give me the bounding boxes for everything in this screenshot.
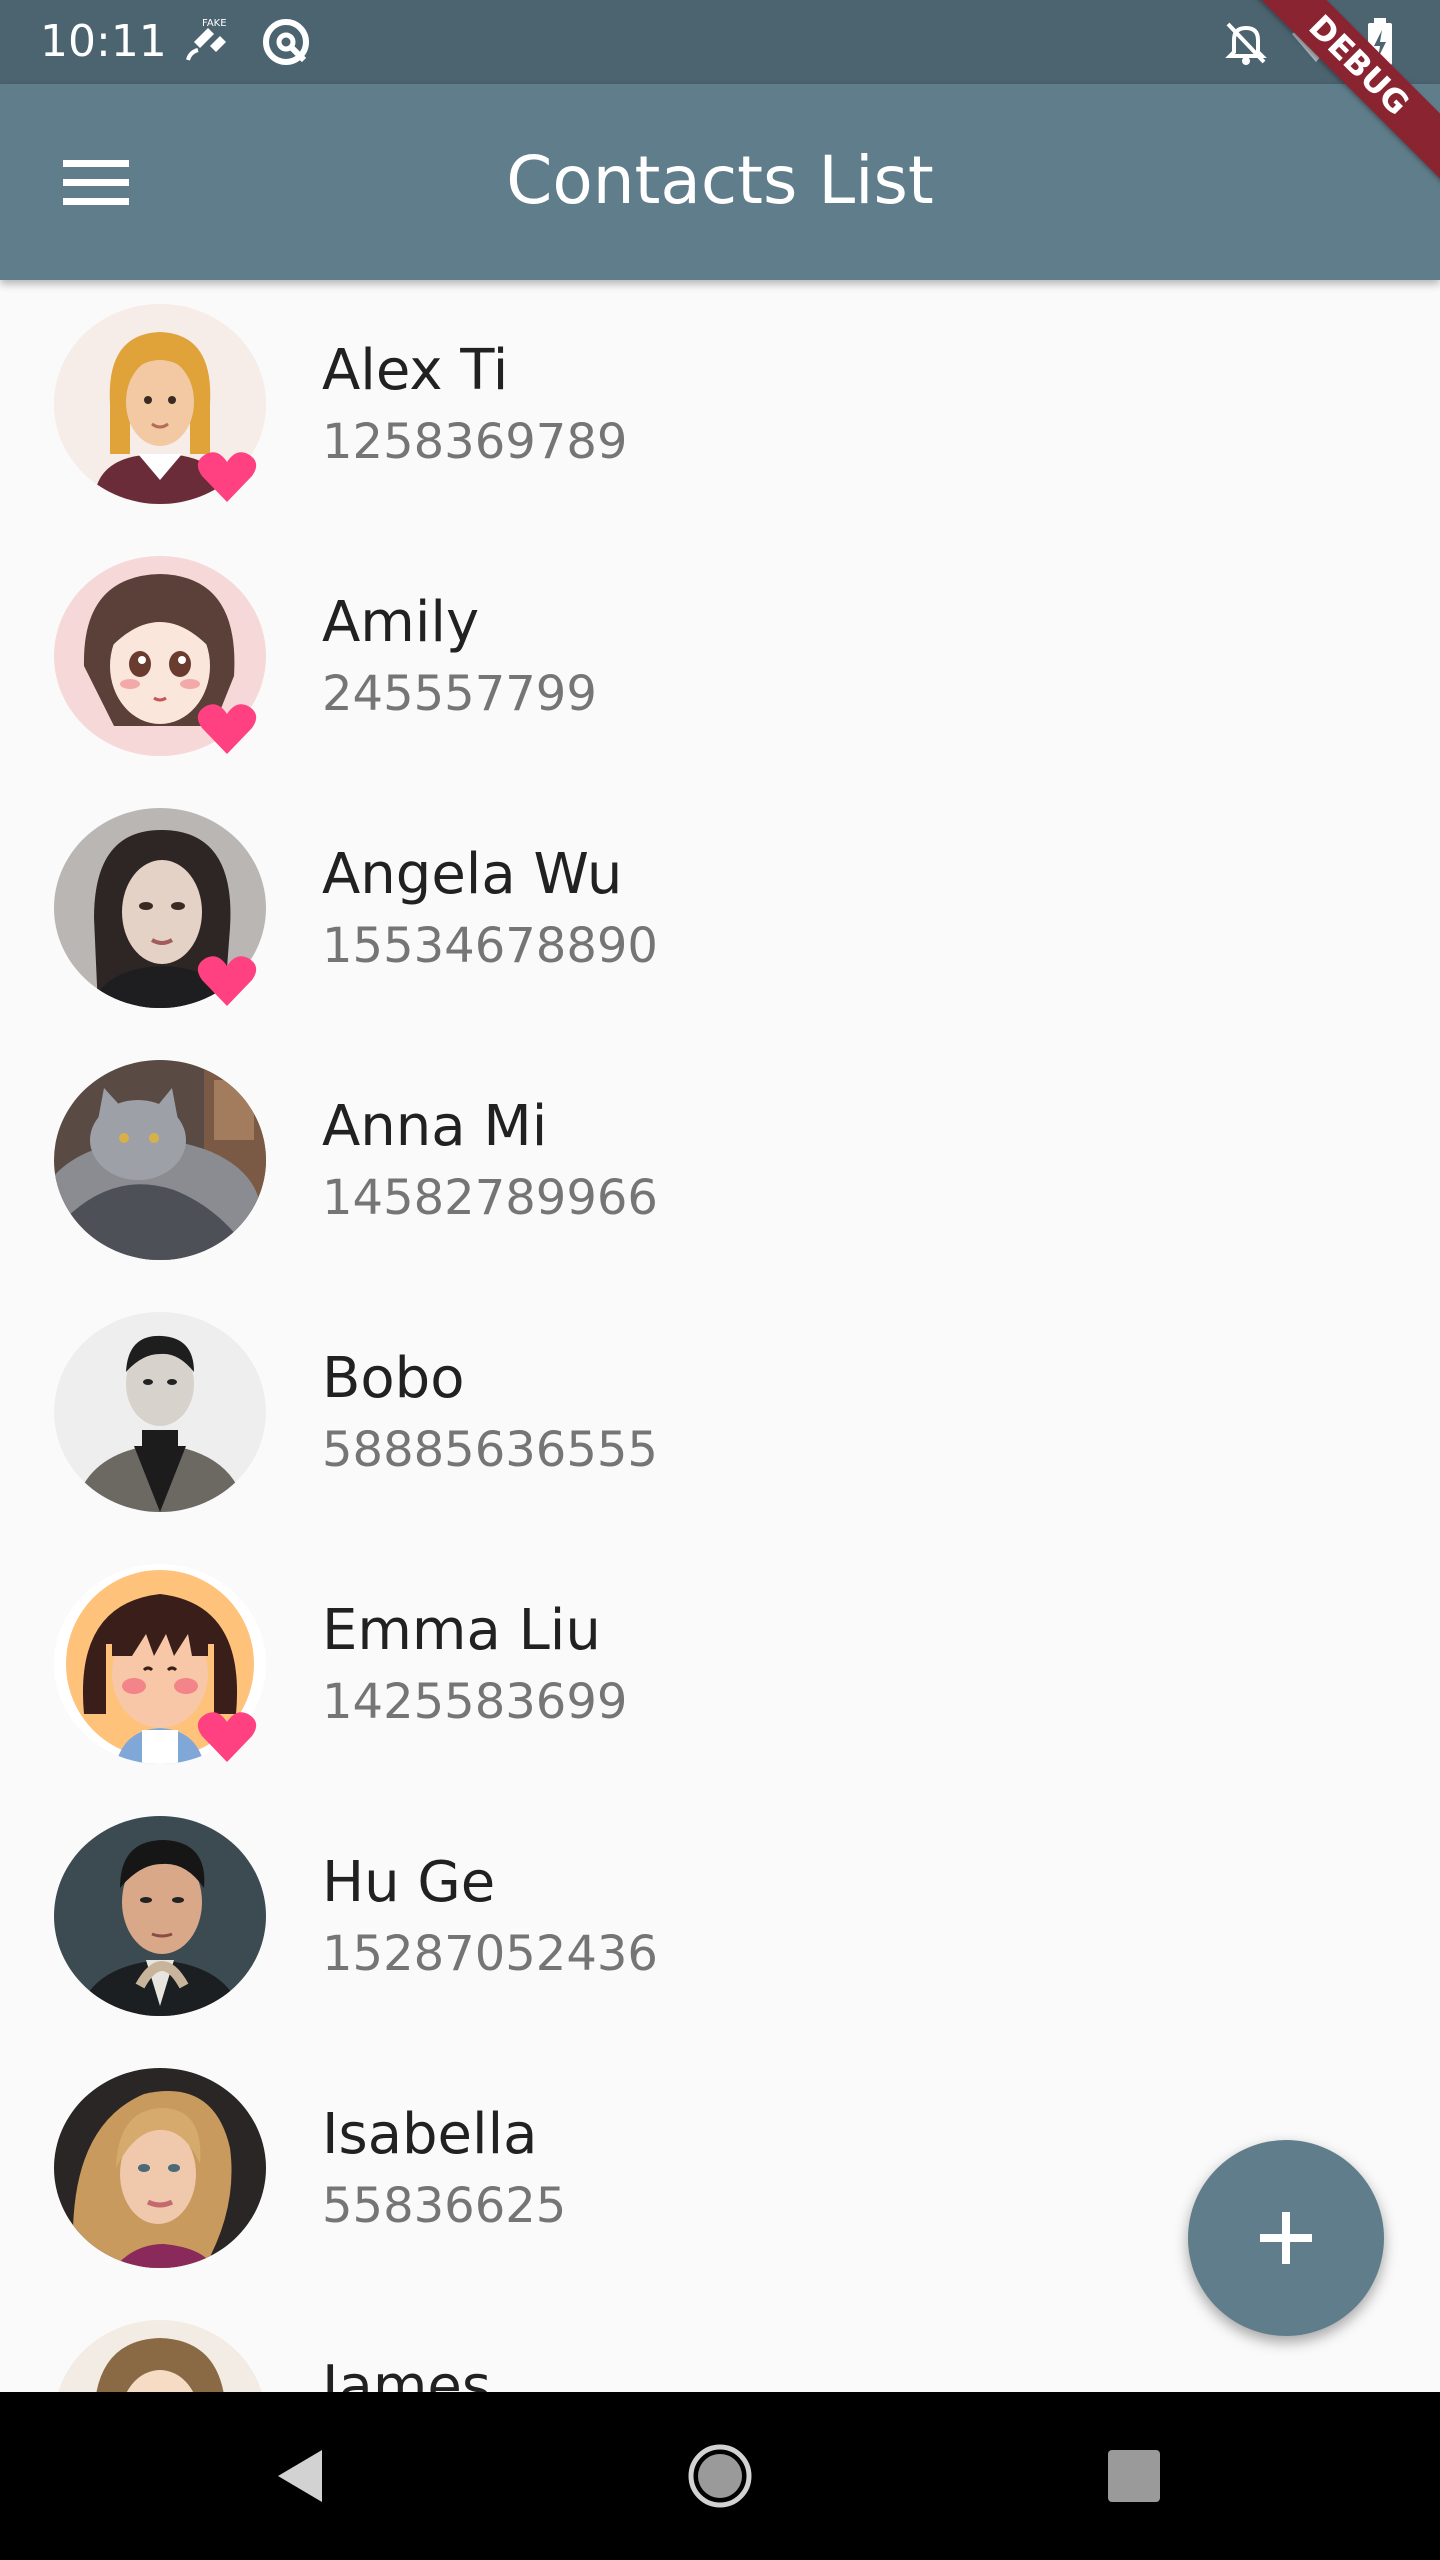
- contact-name: Anna Mi: [322, 1094, 548, 1159]
- contact-item[interactable]: Amily 245557799: [0, 532, 1440, 784]
- page-title: Contacts List: [506, 142, 934, 219]
- status-time: 10:11: [40, 16, 167, 67]
- favorite-heart-icon: [197, 704, 257, 754]
- back-button[interactable]: [260, 2436, 340, 2516]
- add-icon: [1260, 2212, 1312, 2264]
- contact-name: Isabella: [322, 2102, 538, 2167]
- avatar: [54, 1816, 266, 2016]
- home-icon: [688, 2444, 752, 2508]
- contact-name: Bobo: [322, 1346, 465, 1411]
- contact-item[interactable]: Emma Liu 1425583699: [0, 1540, 1440, 1792]
- contact-name: Hu Ge: [322, 1850, 496, 1915]
- navigation-bar: [0, 2392, 1440, 2560]
- recents-icon: [1108, 2450, 1160, 2502]
- contact-phone: 14582789966: [322, 1170, 658, 1226]
- favorite-heart-icon: [197, 1712, 257, 1762]
- add-contact-button[interactable]: [1188, 2140, 1384, 2336]
- sync-icon: [258, 14, 314, 70]
- notifications-off-icon: [1218, 14, 1274, 70]
- avatar: [54, 2320, 266, 2392]
- contact-phone: 58885636555: [322, 1422, 658, 1478]
- fake-gps-icon: FAKE: [180, 14, 236, 70]
- contact-item[interactable]: Alex Ti 1258369789: [0, 280, 1440, 532]
- contact-item[interactable]: Angela Wu 15534678890: [0, 784, 1440, 1036]
- home-button[interactable]: [680, 2436, 760, 2516]
- contact-phone: 245557799: [322, 666, 597, 722]
- screen: 10:11 FAKE DEBUG Contacts List Alex Ti 1…: [0, 0, 1440, 2560]
- avatar: [54, 1060, 266, 1260]
- contact-list[interactable]: Alex Ti 1258369789 Amily 245557799 Angel…: [0, 280, 1440, 2392]
- contact-item[interactable]: Bobo 58885636555: [0, 1288, 1440, 1540]
- avatar: [54, 2068, 266, 2268]
- status-bar: 10:11 FAKE: [0, 0, 1440, 84]
- contact-item[interactable]: Anna Mi 14582789966: [0, 1036, 1440, 1288]
- contact-phone: 1258369789: [322, 414, 628, 470]
- contact-name: Amily: [322, 590, 480, 655]
- favorite-heart-icon: [197, 956, 257, 1006]
- contact-phone: 55836625: [322, 2178, 567, 2234]
- svg-text:FAKE: FAKE: [202, 18, 227, 29]
- contact-phone: 1425583699: [322, 1674, 628, 1730]
- app-bar: Contacts List: [0, 84, 1440, 280]
- favorite-heart-icon: [197, 452, 257, 502]
- contact-name: James: [322, 2354, 492, 2392]
- avatar: [54, 1312, 266, 1512]
- contact-name: Angela Wu: [322, 842, 623, 907]
- contact-item[interactable]: Hu Ge 15287052436: [0, 1792, 1440, 2044]
- recents-button[interactable]: [1094, 2436, 1174, 2516]
- contact-name: Emma Liu: [322, 1598, 601, 1663]
- contact-phone: 15287052436: [322, 1926, 658, 1982]
- contact-phone: 15534678890: [322, 918, 658, 974]
- contact-name: Alex Ti: [322, 338, 509, 403]
- back-icon: [278, 2450, 322, 2502]
